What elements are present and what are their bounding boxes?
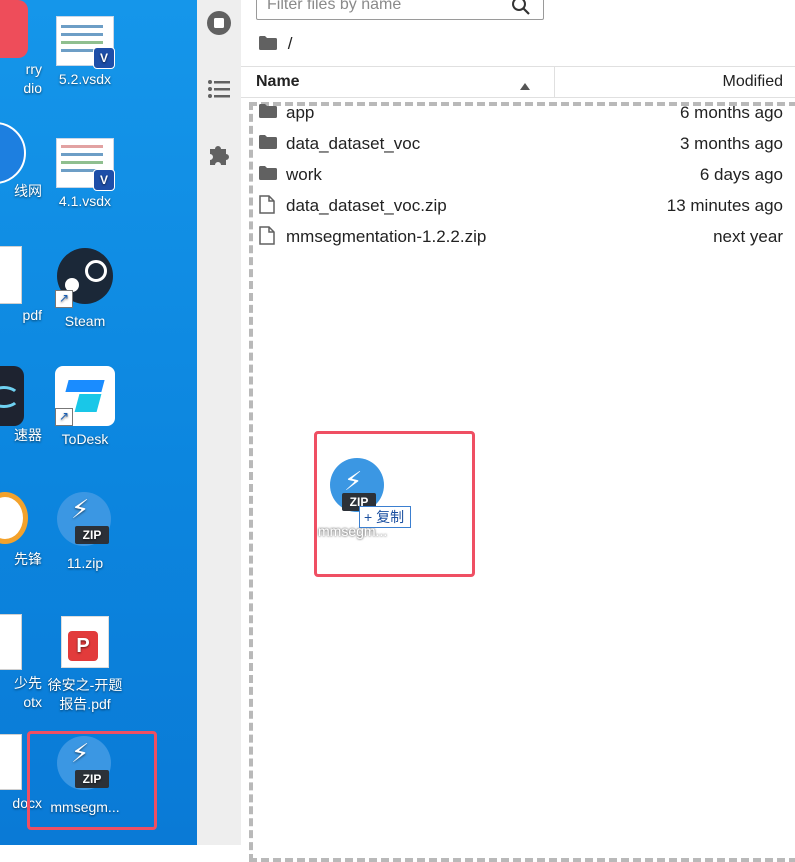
file-name: data_dataset_voc.zip: [286, 196, 447, 215]
vsdx-file-icon: V: [56, 16, 115, 69]
zip-file-icon: ⚡ ZIP: [55, 492, 115, 552]
file-row[interactable]: work 6 days ago: [241, 160, 795, 191]
desktop-icon-label: 5.2.vsdx: [58, 71, 112, 87]
desktop-icon-11-zip[interactable]: ⚡ ZIP 11.zip: [42, 492, 128, 573]
highlight-box: [27, 731, 157, 830]
desktop-icon-label: 少先: [14, 675, 42, 691]
desktop-icon-label: 先锋: [14, 551, 42, 567]
desktop-icon-5-2-vsdx[interactable]: V 5.2.vsdx: [42, 10, 128, 89]
file-name: data_dataset_voc: [286, 134, 421, 153]
folder-icon: [259, 135, 277, 154]
desktop-icon-pdf[interactable]: P 徐安之-开题 报告.pdf: [42, 616, 128, 714]
pptx-file-icon: [0, 614, 22, 670]
breadcrumb[interactable]: /: [259, 34, 292, 54]
running-terminals-icon[interactable]: [206, 10, 232, 36]
folder-icon: [259, 36, 277, 50]
extensions-icon[interactable]: [206, 141, 232, 167]
desktop-icon-label: 速器: [14, 427, 42, 443]
jupyterlab-left-sidebar: [197, 0, 242, 845]
desktop-icon-label: dio: [23, 80, 42, 96]
desktop-icon-label: otx: [23, 694, 42, 710]
folder-icon: [259, 166, 277, 185]
table-of-contents-icon[interactable]: [206, 76, 232, 102]
accelerator-app-icon: [0, 366, 24, 426]
file-name: work: [286, 165, 322, 184]
desktop-icon-label: 11.zip: [66, 555, 104, 571]
drag-ghost: ⚡ ZIP mmsegm... + 复制: [314, 431, 475, 577]
folder-icon: [259, 104, 277, 123]
file-row[interactable]: data_dataset_voc.zip 13 minutes ago: [241, 191, 795, 222]
file-list-header: Name Modified: [241, 66, 795, 98]
desktop-icon-label: pdf: [22, 307, 42, 323]
column-divider[interactable]: [554, 67, 555, 97]
shortcut-arrow-icon: ↗: [55, 408, 73, 426]
sort-ascending-icon[interactable]: [520, 77, 530, 95]
steam-icon: ↗: [55, 248, 115, 308]
docx-file-icon: [0, 734, 22, 790]
column-header-modified[interactable]: Modified: [723, 73, 783, 91]
desktop-icon[interactable]: 速器: [0, 366, 42, 445]
app-icon: [0, 0, 28, 58]
desktop-icon-label: 徐安之-开题: [47, 677, 123, 693]
file-modified: 3 months ago: [679, 134, 783, 153]
desktop-icon[interactable]: rry dio: [0, 0, 42, 98]
file-modified: next year: [713, 227, 783, 246]
todesk-icon: ↗: [55, 366, 115, 426]
desktop-icon[interactable]: 线网: [0, 122, 42, 201]
game-app-icon: [0, 492, 28, 544]
desktop-icon-label: 线网: [14, 183, 42, 199]
desktop-icon-todesk[interactable]: ↗ ToDesk: [42, 366, 128, 449]
desktop-icon-4-1-vsdx[interactable]: V 4.1.vsdx: [42, 132, 128, 211]
pdf-file-icon: P: [61, 616, 109, 668]
highlight-box: [314, 431, 475, 577]
breadcrumb-root[interactable]: /: [288, 34, 293, 53]
desktop-icon[interactable]: 少先 otx: [0, 614, 42, 712]
file-modified: 13 minutes ago: [666, 196, 783, 215]
vsdx-file-icon: V: [56, 138, 115, 191]
filter-files-input[interactable]: [256, 0, 544, 20]
file-row[interactable]: app 6 months ago: [241, 98, 795, 129]
desktop-icon-steam[interactable]: ↗ Steam: [42, 248, 128, 331]
desktop-icon-label: rry: [25, 61, 42, 77]
file-modified: 6 months ago: [679, 103, 783, 122]
desktop-icon[interactable]: 先锋: [0, 490, 42, 569]
file-name: app: [286, 103, 315, 122]
pdf-file-icon: [0, 246, 22, 304]
file-icon: [259, 226, 275, 250]
file-browser: / Name Modified app 6 months ago data_da…: [241, 0, 795, 862]
desktop-icon[interactable]: pdf: [0, 246, 42, 325]
file-name: mmsegmentation-1.2.2.zip: [286, 227, 487, 246]
file-row[interactable]: mmsegmentation-1.2.2.zip next year: [241, 222, 795, 253]
desktop-icon-label: 报告.pdf: [59, 696, 111, 712]
desktop-icon-label: ToDesk: [61, 431, 109, 447]
search-icon[interactable]: [511, 0, 531, 21]
file-icon: [259, 195, 275, 219]
desktop-icon-label: 4.1.vsdx: [58, 193, 112, 209]
windows-desktop: rry dio 线网 pdf 速器 先锋 少先 otx docx V 5.2.v…: [0, 0, 197, 845]
column-header-name[interactable]: Name: [256, 73, 300, 91]
file-modified: 6 days ago: [699, 165, 783, 184]
desktop-icon-label: Steam: [64, 313, 106, 329]
shortcut-arrow-icon: ↗: [55, 290, 73, 308]
browser-icon: [0, 122, 26, 184]
file-row[interactable]: data_dataset_voc 3 months ago: [241, 129, 795, 160]
